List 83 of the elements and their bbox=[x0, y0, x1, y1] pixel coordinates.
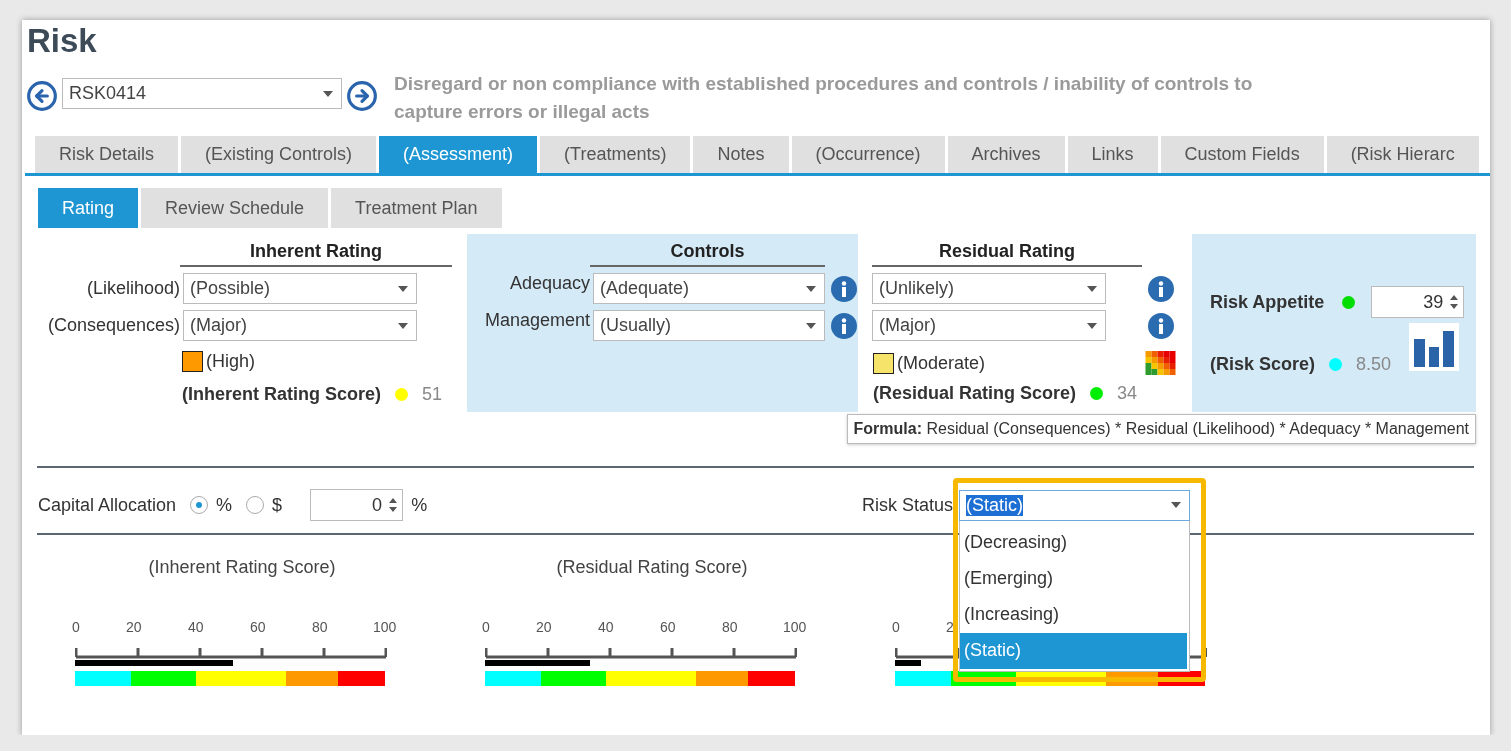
page-title: Risk bbox=[26, 21, 98, 61]
caret-icon bbox=[398, 285, 408, 292]
caret-icon bbox=[806, 322, 816, 329]
caret-icon bbox=[1171, 502, 1182, 508]
tick-label: 100 bbox=[373, 619, 397, 635]
dropdown-option[interactable]: (Increasing) bbox=[960, 596, 1188, 633]
field-label: Risk Status bbox=[862, 494, 954, 516]
gauge-title: (Inherent Rating Score) bbox=[148, 557, 336, 577]
tick-label: 100 bbox=[783, 619, 807, 635]
dropdown-option[interactable]: (Emerging) bbox=[960, 560, 1188, 597]
tick-label: 0 bbox=[72, 619, 80, 635]
tab[interactable]: Notes bbox=[693, 136, 789, 173]
section-title: Controls bbox=[590, 234, 825, 267]
score-value: 51 bbox=[422, 384, 443, 405]
tab[interactable]: (Occurrence) bbox=[791, 136, 945, 173]
sub-tab[interactable]: Treatment Plan bbox=[331, 188, 502, 228]
tick-label: 60 bbox=[250, 619, 266, 635]
risk-description: Disregard or non compliance with established procedures and controls / inability of controls to capture errors or illegal acts bbox=[394, 72, 1254, 124]
radio-option[interactable]: % bbox=[190, 494, 233, 516]
tick-label: 60 bbox=[660, 619, 676, 635]
record-dropdown[interactable]: RSK0414 bbox=[62, 78, 342, 109]
risk-score-value: 8.50 bbox=[1356, 354, 1392, 375]
tick-label: 20 bbox=[536, 619, 552, 635]
caret-icon bbox=[1087, 285, 1097, 292]
dropdown-field[interactable]: (Major) bbox=[183, 310, 417, 341]
info-icon[interactable] bbox=[1148, 275, 1174, 302]
dropdown-option[interactable]: (Static) bbox=[960, 632, 1188, 669]
risk-status-dropdown[interactable]: (Static) bbox=[959, 489, 1191, 521]
radio-option[interactable]: $ bbox=[246, 494, 283, 516]
tab[interactable]: (Treatments) bbox=[540, 136, 691, 173]
dropdown-option[interactable]: (Decreasing) bbox=[960, 524, 1188, 561]
section-title: Residual Rating bbox=[872, 234, 1142, 267]
tick-label: 40 bbox=[188, 619, 204, 635]
formula-text: Formula: Residual (Consequences) * Residual (Likelihood) * Adequacy * Management bbox=[846, 414, 1476, 444]
gauge-title: (Residual Rating Score) bbox=[556, 557, 748, 577]
previous-button[interactable] bbox=[26, 80, 58, 112]
risk-score-label: (Risk Score) bbox=[1210, 354, 1316, 375]
next-button[interactable] bbox=[346, 80, 378, 112]
field-label: (Likelihood) bbox=[85, 278, 181, 299]
score-label: (Inherent Rating Score) bbox=[182, 384, 382, 405]
tab[interactable]: Archives bbox=[947, 136, 1065, 173]
tick-label: 80 bbox=[312, 619, 328, 635]
score-value: 34 bbox=[1117, 383, 1138, 404]
score-label: (Residual Rating Score) bbox=[873, 383, 1077, 404]
tick-label: 0 bbox=[482, 619, 490, 635]
tab[interactable]: Custom Fields bbox=[1160, 136, 1324, 173]
tab[interactable]: (Risk Hierarc bbox=[1326, 136, 1479, 173]
bar-chart-icon[interactable] bbox=[1409, 322, 1460, 371]
info-icon[interactable] bbox=[831, 312, 857, 339]
section-title: Inherent Rating bbox=[180, 234, 452, 267]
info-icon[interactable] bbox=[1148, 312, 1174, 339]
tab[interactable]: Risk Details bbox=[35, 136, 179, 173]
tab[interactable]: Links bbox=[1067, 136, 1158, 173]
sub-tab[interactable]: Review Schedule bbox=[141, 188, 329, 228]
caret-icon bbox=[1087, 322, 1097, 329]
tick-label: 20 bbox=[126, 619, 142, 635]
tab[interactable]: (Assessment) bbox=[379, 136, 538, 173]
dropdown-field[interactable]: (Major) bbox=[872, 310, 1106, 341]
amount-field[interactable]: 0 bbox=[310, 489, 404, 521]
field-label: Adequacy bbox=[508, 273, 591, 294]
caret-icon bbox=[398, 322, 408, 329]
tick-label: 40 bbox=[598, 619, 614, 635]
tab[interactable]: (Existing Controls) bbox=[181, 136, 377, 173]
field-label: Capital Allocation bbox=[38, 494, 177, 516]
rating-level: (Moderate) bbox=[897, 352, 986, 374]
tick-label: 2 bbox=[946, 619, 954, 635]
risk-appetite-label: Risk Appetite bbox=[1210, 291, 1325, 313]
rating-level: (High) bbox=[206, 351, 255, 372]
field-label: (Consequences) bbox=[46, 315, 181, 336]
tick-label: 0 bbox=[892, 619, 900, 635]
sub-tab[interactable]: Rating bbox=[38, 188, 139, 228]
info-icon[interactable] bbox=[831, 275, 857, 302]
unit-label: % bbox=[411, 494, 428, 516]
tick-label: 80 bbox=[722, 619, 738, 635]
field-label: Management bbox=[483, 310, 591, 331]
dropdown-field[interactable]: (Adequate) bbox=[593, 273, 825, 304]
dropdown-field[interactable]: (Unlikely) bbox=[872, 273, 1106, 304]
caret-icon bbox=[323, 90, 333, 97]
dropdown-field[interactable]: (Possible) bbox=[183, 273, 417, 304]
dropdown-field[interactable]: (Usually) bbox=[593, 310, 825, 341]
heatmap-icon[interactable] bbox=[1145, 351, 1176, 375]
caret-icon bbox=[806, 285, 816, 292]
risk-appetite-field[interactable]: 39 bbox=[1371, 286, 1465, 318]
